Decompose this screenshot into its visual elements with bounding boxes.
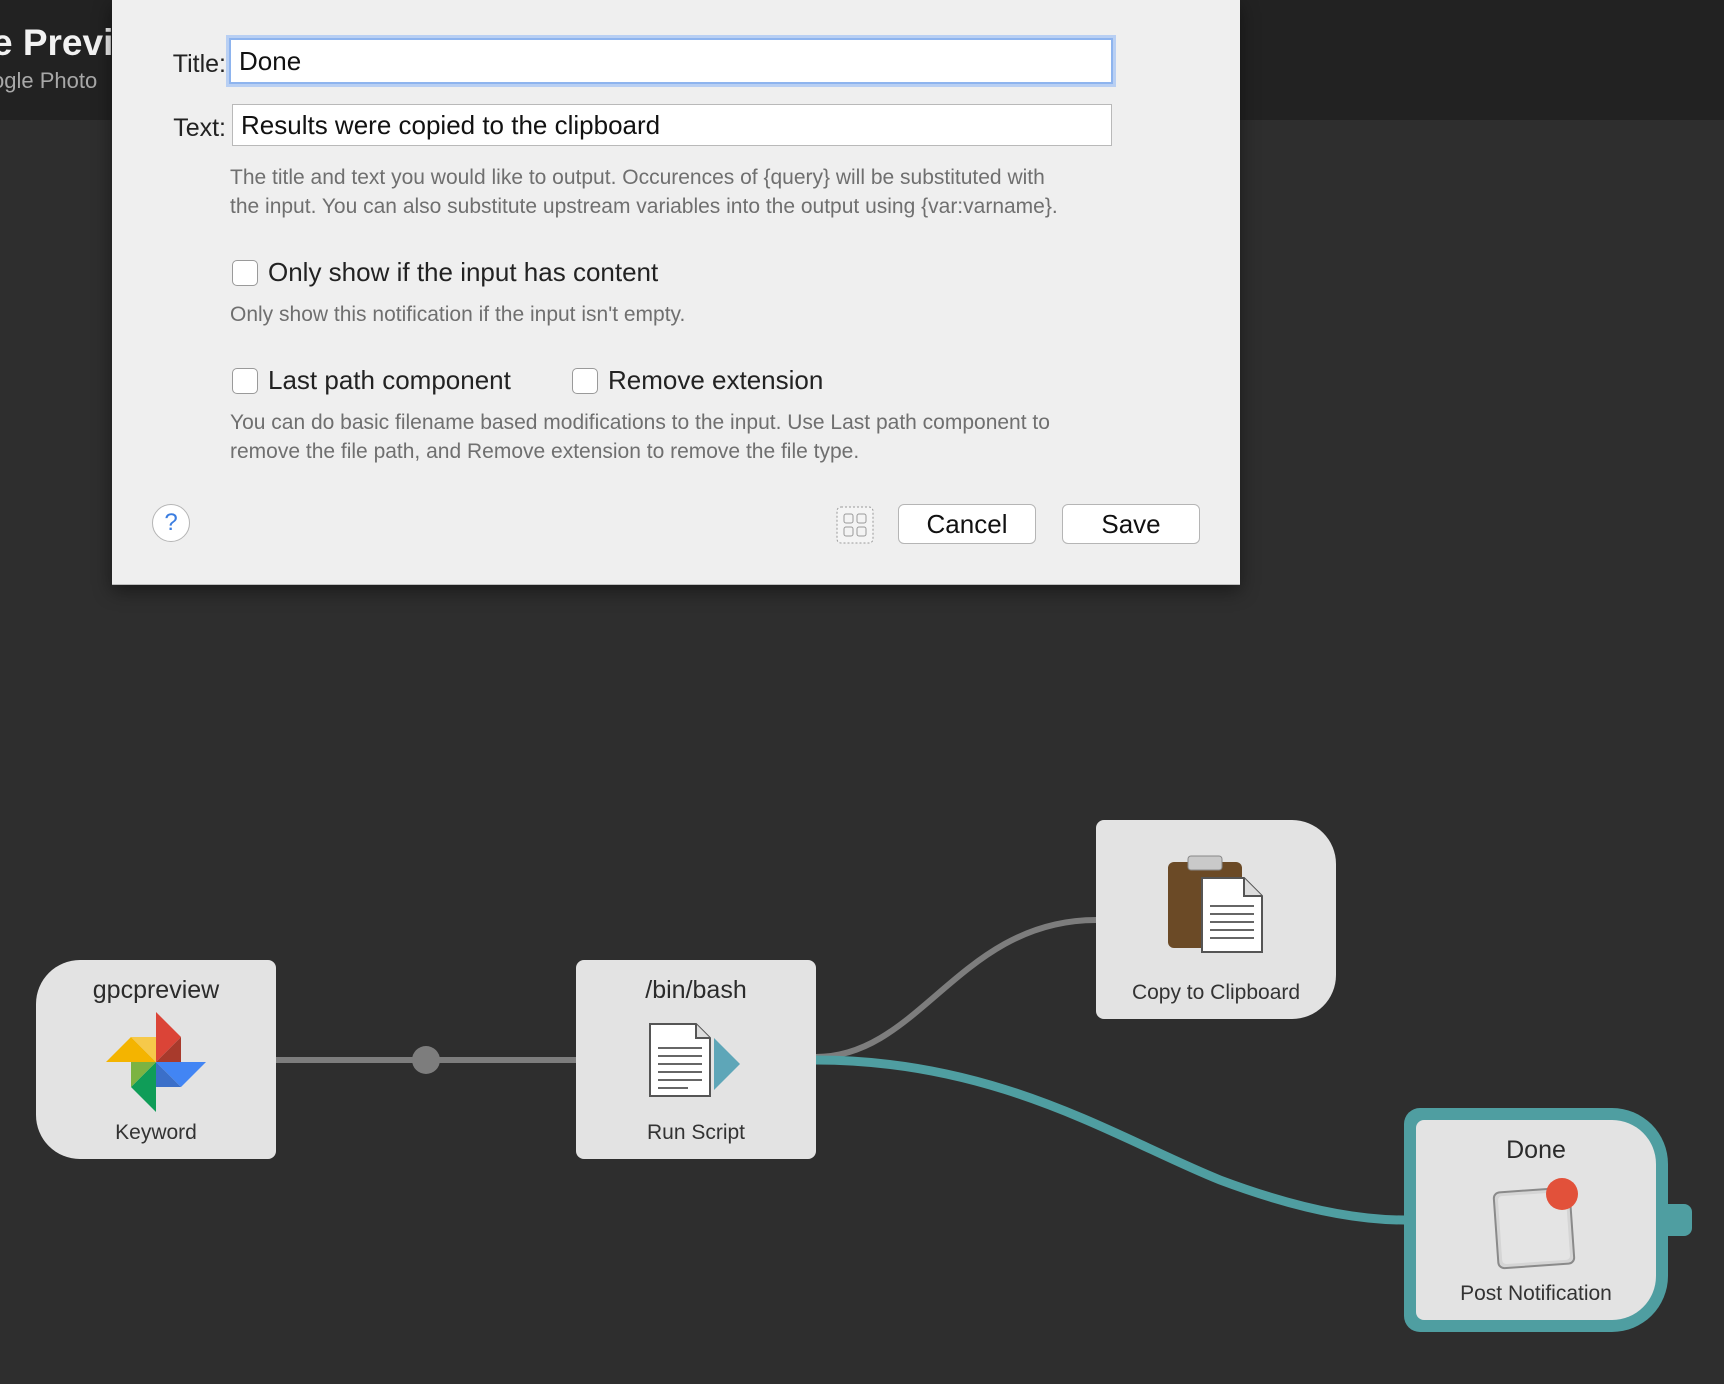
- keyword-node-label: Keyword: [115, 1121, 197, 1144]
- only-show-help: Only show this notification if the input…: [230, 303, 686, 326]
- run-script-node-label: Run Script: [646, 1121, 746, 1144]
- last-path-checkbox[interactable]: [232, 367, 258, 394]
- google-photos-icon: [106, 1012, 206, 1112]
- title-text-help-line1: The title and text you would like to out…: [230, 166, 1045, 189]
- cancel-button[interactable]: Cancel: [898, 504, 1036, 544]
- post-notification-node-label: Post Notification: [1460, 1282, 1612, 1305]
- save-button[interactable]: Save: [1062, 504, 1200, 544]
- connection-dot[interactable]: [412, 1046, 440, 1074]
- only-show-label[interactable]: Only show if the input has content: [268, 257, 658, 288]
- only-show-checkbox[interactable]: [232, 259, 258, 286]
- post-notification-dialog: Title: Text: The title and text you woul…: [112, 0, 1240, 585]
- text-field[interactable]: [232, 104, 1112, 146]
- post-notification-node-highlight: Done Post Notification: [1404, 1108, 1668, 1332]
- keyword-node-title: gpcpreview: [92, 976, 220, 1004]
- filename-help: You can do basic filename based modifica…: [230, 408, 1170, 466]
- copy-to-clipboard-node-label: Copy to Clipboard: [1131, 981, 1301, 1004]
- title-label: Title:: [172, 50, 226, 78]
- run-script-node-title: /bin/bash: [645, 976, 747, 1004]
- copy-to-clipboard-node[interactable]: Copy to Clipboard: [1096, 820, 1336, 1019]
- script-document-icon: [649, 1023, 740, 1097]
- filename-help-line2: remove the file path, and Remove extensi…: [230, 440, 860, 463]
- help-button[interactable]: ?: [152, 504, 190, 542]
- remove-extension-row: Remove extension: [572, 365, 823, 396]
- title-text-help: The title and text you would like to out…: [230, 163, 1150, 221]
- clipboard-icon: [1168, 855, 1263, 953]
- notification-icon: [1492, 1178, 1578, 1270]
- post-notification-node[interactable]: Done Post Notification: [1416, 1120, 1656, 1320]
- grid-icon[interactable]: [836, 506, 874, 544]
- script-to-notify-connection: [815, 1055, 1405, 1225]
- title-field[interactable]: [229, 38, 1113, 84]
- post-notification-node-title: Done: [1506, 1136, 1566, 1164]
- script-to-clipboard-connection: [815, 917, 1097, 1060]
- last-path-label[interactable]: Last path component: [268, 365, 511, 396]
- remove-extension-checkbox[interactable]: [572, 367, 598, 394]
- only-show-row: Only show if the input has content: [232, 257, 658, 288]
- title-text-help-line2: the input. You can also substitute upstr…: [230, 195, 1058, 218]
- keyword-node[interactable]: gpcpreview Keyword: [36, 960, 276, 1159]
- filename-help-line1: You can do basic filename based modifica…: [230, 411, 1050, 434]
- text-label: Text:: [173, 114, 226, 142]
- output-connector-tab[interactable]: [1668, 1204, 1692, 1236]
- last-path-row: Last path component: [232, 365, 511, 396]
- run-script-node[interactable]: /bin/bash Run Script: [576, 960, 816, 1159]
- remove-extension-label[interactable]: Remove extension: [608, 365, 823, 396]
